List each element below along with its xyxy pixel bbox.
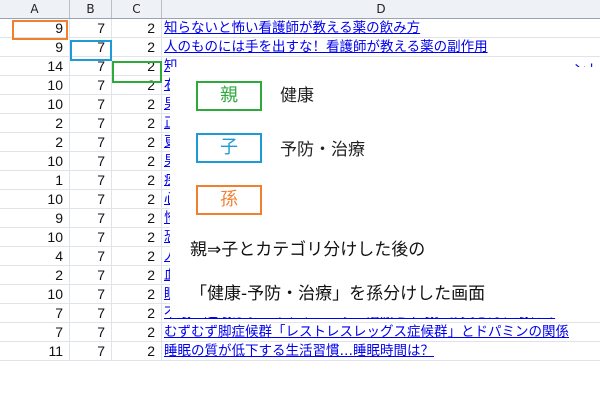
caption-line-2: 「健康-予防・治療」を孫分けした画面	[190, 284, 486, 304]
column-header-b[interactable]: B	[70, 0, 112, 18]
cell-c[interactable]: 2	[112, 247, 162, 266]
cell-a[interactable]: 10	[0, 76, 70, 95]
column-header-c[interactable]: C	[112, 0, 162, 18]
cell-a[interactable]: 10	[0, 190, 70, 209]
cell-c[interactable]: 2	[112, 76, 162, 95]
column-header-a[interactable]: A	[0, 0, 70, 18]
table-row: 9 7 2 知らないと怖い看護師が教える薬の飲み方	[0, 19, 600, 38]
cell-a[interactable]: 14	[0, 57, 70, 76]
cell-c[interactable]: 2	[112, 266, 162, 285]
legend-child-label: 予防・治療	[280, 140, 365, 160]
legend-parent-box: 親	[196, 81, 262, 111]
cell-b[interactable]: 7	[70, 171, 112, 190]
cell-b[interactable]: 7	[70, 57, 112, 76]
cell-a[interactable]: 10	[0, 95, 70, 114]
table-row: 7 7 2 むずむず脚症候群「レストレスレッグス症候群」とドパミンの関係	[0, 323, 600, 342]
article-link[interactable]: 知らないと怖い看護師が教える薬の飲み方	[164, 20, 420, 36]
cell-c[interactable]: 2	[112, 209, 162, 228]
cell-c[interactable]: 2	[112, 171, 162, 190]
article-link[interactable]: 人のものには手を出すな！看護師が教える薬の副作用	[164, 39, 488, 55]
cell-c[interactable]: 2	[112, 304, 162, 323]
cell-b[interactable]: 7	[70, 209, 112, 228]
legend-grandchild-box: 孫	[196, 185, 262, 215]
cell-b[interactable]: 7	[70, 304, 112, 323]
cell-b[interactable]: 7	[70, 285, 112, 304]
table-row: 9 7 2 人のものには手を出すな！看護師が教える薬の副作用	[0, 38, 600, 57]
article-link[interactable]: むずむず脚症候群「レストレスレッグス症候群」とドパミンの関係	[164, 324, 569, 340]
cell-a[interactable]: 9	[0, 19, 70, 38]
cell-b[interactable]: 7	[70, 247, 112, 266]
cell-c[interactable]: 2	[112, 57, 162, 76]
cell-d[interactable]: むずむず脚症候群「レストレスレッグス症候群」とドパミンの関係	[162, 323, 600, 342]
cell-d[interactable]: 知らないと怖い看護師が教える薬の飲み方	[162, 19, 600, 38]
cell-c[interactable]: 2	[112, 190, 162, 209]
cell-c[interactable]: 2	[112, 323, 162, 342]
cell-b[interactable]: 7	[70, 19, 112, 38]
table-row: 11 7 2 睡眠の質が低下する生活習慣…睡眠時間は？	[0, 342, 600, 361]
cell-a[interactable]: 11	[0, 342, 70, 361]
article-link[interactable]: 睡眠の質が低下する生活習慣…睡眠時間は？	[164, 343, 434, 359]
cell-b[interactable]: 7	[70, 266, 112, 285]
cell-c[interactable]: 2	[112, 342, 162, 361]
cell-a[interactable]: 10	[0, 285, 70, 304]
cell-b[interactable]: 7	[70, 228, 112, 247]
cell-a[interactable]: 2	[0, 266, 70, 285]
cell-b[interactable]: 7	[70, 323, 112, 342]
legend-parent-label: 健康	[280, 86, 314, 106]
cell-b[interactable]: 7	[70, 114, 112, 133]
cell-a[interactable]: 10	[0, 228, 70, 247]
cell-c[interactable]: 2	[112, 228, 162, 247]
column-header-d[interactable]: D	[162, 0, 600, 18]
cell-b[interactable]: 7	[70, 76, 112, 95]
cell-c[interactable]: 2	[112, 19, 162, 38]
cell-d[interactable]: 人のものには手を出すな！看護師が教える薬の副作用	[162, 38, 600, 57]
cell-a[interactable]: 7	[0, 323, 70, 342]
cell-c[interactable]: 2	[112, 285, 162, 304]
cell-a[interactable]: 9	[0, 38, 70, 57]
cell-c[interactable]: 2	[112, 38, 162, 57]
column-header-row: A B C D	[0, 0, 600, 19]
cell-c[interactable]: 2	[112, 95, 162, 114]
cell-a[interactable]: 4	[0, 247, 70, 266]
cell-b[interactable]: 7	[70, 38, 112, 57]
cell-c[interactable]: 2	[112, 114, 162, 133]
annotation-panel: 親 健康 子 予防・治療 孫 親⇒子とカテゴリ分けした後の 「健康-予防・治療」…	[170, 67, 600, 317]
legend-child-box: 子	[196, 133, 262, 163]
cell-b[interactable]: 7	[70, 152, 112, 171]
cell-a[interactable]: 10	[0, 152, 70, 171]
cell-a[interactable]: 7	[0, 304, 70, 323]
cell-a[interactable]: 1	[0, 171, 70, 190]
cell-c[interactable]: 2	[112, 133, 162, 152]
cell-a[interactable]: 2	[0, 114, 70, 133]
cell-a[interactable]: 2	[0, 133, 70, 152]
cell-b[interactable]: 7	[70, 190, 112, 209]
cell-b[interactable]: 7	[70, 133, 112, 152]
cell-b[interactable]: 7	[70, 342, 112, 361]
cell-d[interactable]: 睡眠の質が低下する生活習慣…睡眠時間は？	[162, 342, 600, 361]
cell-c[interactable]: 2	[112, 152, 162, 171]
cell-b[interactable]: 7	[70, 95, 112, 114]
cell-a[interactable]: 9	[0, 209, 70, 228]
caption-line-1: 親⇒子とカテゴリ分けした後の	[190, 240, 426, 260]
